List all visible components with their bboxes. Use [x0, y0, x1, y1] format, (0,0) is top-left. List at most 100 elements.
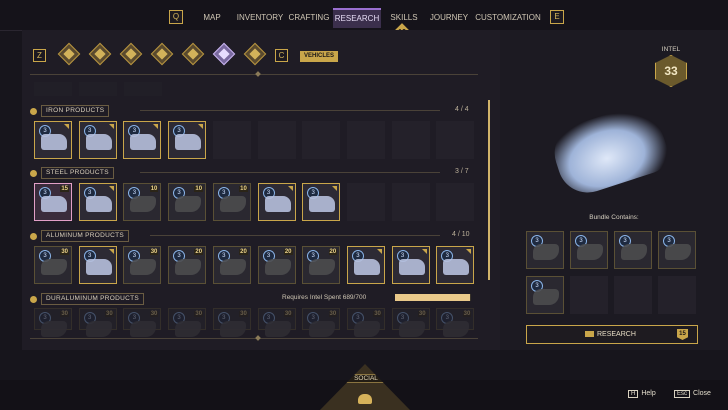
unlocked-marker-icon [421, 249, 427, 254]
unlocked-marker-icon [108, 186, 114, 191]
unlocked-marker-icon [287, 186, 293, 191]
intel-label: INTEL [661, 46, 681, 53]
research-item-slot[interactable] [436, 121, 475, 159]
research-item-slot[interactable]: 3 10 [168, 183, 207, 221]
research-item-slot[interactable]: 3 30 [257, 308, 296, 337]
research-item-slot[interactable]: 3 30 [34, 246, 72, 284]
vehicle-icon [41, 259, 67, 275]
vehicle-icon [264, 321, 291, 337]
gear-icon [30, 107, 37, 115]
research-item-slot[interactable]: 3 20 [168, 246, 207, 284]
tab-crafting[interactable]: CRAFTING [288, 10, 330, 26]
unlocked-marker-icon [64, 124, 69, 129]
progress-fill [395, 294, 470, 301]
vehicle-icon [309, 259, 336, 275]
research-item-slot[interactable]: 3 30 [123, 246, 162, 284]
research-item-slot[interactable]: 3 30 [168, 308, 207, 337]
research-item-slot[interactable]: 3 [391, 246, 430, 284]
research-item-slot[interactable] [391, 183, 430, 221]
cost-badge: 20 [194, 249, 204, 255]
bundle-item-slot[interactable]: 3 [614, 231, 652, 269]
cost-badge: 30 [194, 311, 204, 317]
tab-skills[interactable]: SKILLS [387, 10, 421, 26]
research-item-slot[interactable]: 3 30 [436, 308, 475, 337]
research-item-slot[interactable]: 3 [168, 121, 207, 159]
bundle-item-slot[interactable] [570, 276, 608, 314]
research-item-slot[interactable] [436, 183, 475, 221]
research-item-slot[interactable]: 3 30 [346, 308, 385, 337]
research-item-slot[interactable]: 3 [436, 246, 475, 284]
bundle-item-slot[interactable] [614, 276, 652, 314]
vehicle-icon [41, 196, 67, 212]
bundle-item-slot[interactable]: 3 [526, 231, 564, 269]
vehicle-icon [85, 259, 112, 275]
cost-badge: 30 [328, 311, 338, 317]
tab-map[interactable]: MAP [196, 10, 228, 26]
cost-badge: 30 [373, 311, 382, 317]
research-item-slot[interactable] [212, 121, 251, 159]
research-item-slot[interactable]: 3 [78, 121, 117, 159]
help-button[interactable]: H Help [628, 390, 656, 398]
nav-prev-key[interactable]: Q [169, 10, 183, 24]
vehicle-icon [85, 321, 112, 337]
research-item-slot[interactable]: 3 [34, 121, 72, 159]
research-item-slot[interactable]: 3 10 [123, 183, 162, 221]
cost-badge: 30 [105, 311, 114, 317]
research-item-slot[interactable]: 3 [78, 183, 117, 221]
bundle-item-slot[interactable]: 3 [658, 231, 696, 269]
bundle-item-slot[interactable]: 3 [570, 231, 608, 269]
research-item-slot[interactable]: 3 30 [391, 308, 430, 337]
cost-badge: 30 [60, 311, 69, 317]
vehicle-icon [219, 196, 246, 212]
tab-inventory[interactable]: INVENTORY [236, 10, 284, 26]
research-item-slot[interactable]: 3 30 [78, 308, 117, 337]
research-item-slot[interactable]: 3 30 [34, 308, 72, 337]
vehicle-icon [175, 321, 202, 337]
bundle-item-slot[interactable]: 3 [526, 276, 564, 314]
tab-journey[interactable]: JOURNEY [428, 10, 470, 26]
research-item-slot[interactable]: 3 30 [212, 308, 251, 337]
filter-prev-key[interactable]: Z [33, 49, 46, 62]
close-button[interactable]: Esc Close [674, 390, 711, 398]
research-item-slot[interactable] [257, 121, 296, 159]
nav-next-key[interactable]: E [550, 10, 564, 24]
research-item-slot[interactable]: 3 20 [212, 246, 251, 284]
vehicle-icon [264, 259, 291, 275]
filter-next-key[interactable]: C [275, 49, 288, 62]
cost-badge: 10 [149, 186, 159, 192]
vehicle-icon [175, 196, 202, 212]
unlocked-marker-icon [108, 124, 114, 129]
cost-badge: 20 [283, 249, 293, 255]
research-item-slot[interactable]: 3 [123, 121, 162, 159]
research-item-slot[interactable] [391, 121, 430, 159]
research-item-slot[interactable]: 3 [302, 183, 341, 221]
research-item-slot[interactable]: 3 20 [302, 246, 341, 284]
vehicle-icon [353, 321, 380, 337]
research-item-slot[interactable]: 3 [257, 183, 296, 221]
research-button[interactable]: RESEARCH 15 [526, 325, 698, 344]
research-item-slot[interactable]: 3 [346, 246, 385, 284]
section-header-steel: STEEL PRODUCTS [30, 167, 114, 179]
research-item-slot[interactable]: 3 10 [212, 183, 251, 221]
cost-badge: 30 [239, 311, 248, 317]
research-item-slot[interactable] [346, 183, 385, 221]
research-item-slot[interactable]: 3 30 [123, 308, 162, 337]
vehicle-icon [85, 196, 112, 212]
research-item-slot[interactable] [346, 121, 385, 159]
bundle-item-slot[interactable] [658, 276, 696, 314]
intel-value: 33 [655, 55, 687, 87]
vehicle-icon [533, 289, 559, 305]
scrollbar[interactable] [488, 100, 490, 280]
research-item-slot[interactable]: 3 [78, 246, 117, 284]
cost-badge: 30 [417, 311, 427, 317]
tab-customization[interactable]: CUSTOMIZATION [474, 10, 542, 26]
section-count: 3 / 7 [455, 168, 469, 175]
research-item-slot[interactable]: 3 30 [302, 308, 341, 337]
gear-icon [30, 169, 37, 177]
research-item-slot[interactable] [302, 121, 341, 159]
vehicle-icon [85, 134, 112, 150]
research-item-slot[interactable]: 3 20 [257, 246, 296, 284]
research-item-slot[interactable]: 3 15 [34, 183, 72, 221]
tab-research[interactable]: RESEARCH [333, 8, 381, 28]
cost-badge: 30 [462, 311, 472, 317]
